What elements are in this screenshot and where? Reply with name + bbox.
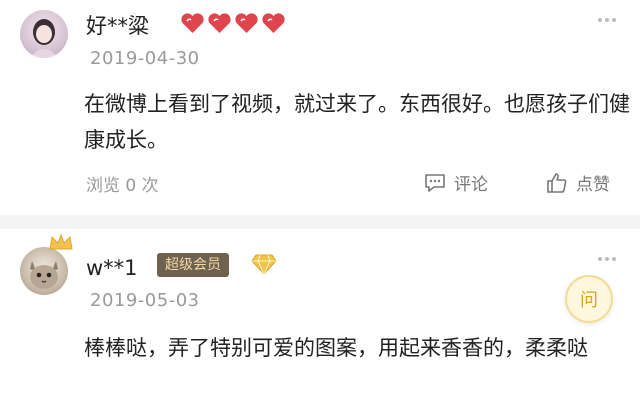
avatar[interactable] xyxy=(20,10,68,58)
crown-icon xyxy=(49,233,73,250)
more-options-icon[interactable] xyxy=(598,257,616,261)
heart-icon xyxy=(181,13,204,34)
comment-date: 2019-04-30 xyxy=(90,48,200,69)
diamond-icon xyxy=(251,254,277,275)
heart-rating xyxy=(180,12,286,34)
comment-text: 棒棒哒，弄了特别可爱的图案，用起来香香的，柔柔哒 xyxy=(84,336,588,360)
avatar-girl-icon xyxy=(30,19,58,58)
view-count: 浏览 0 次 xyxy=(86,176,159,196)
like-label: 点赞 xyxy=(576,175,610,195)
ask-question-label: 问 xyxy=(580,290,598,311)
like-button[interactable]: 点赞 xyxy=(546,170,610,195)
heart-icon xyxy=(208,13,231,34)
heart-icon xyxy=(235,13,258,34)
ask-question-button[interactable]: 问 xyxy=(565,275,613,323)
comment-label: 评论 xyxy=(454,175,488,195)
avatar[interactable] xyxy=(20,247,68,295)
heart-icon xyxy=(262,13,285,34)
avatar-cat-icon xyxy=(30,261,58,289)
thumbs-up-icon xyxy=(547,172,567,193)
section-divider xyxy=(0,215,640,229)
more-options-icon[interactable] xyxy=(598,18,616,22)
vip-badge: 超级会员 xyxy=(157,253,229,277)
comment-date: 2019-05-03 xyxy=(90,290,200,311)
comment-text: 在微博上看到了视频，就过来了。东西很好。也愿孩子们健康成长。 xyxy=(84,92,630,152)
username[interactable]: 好**粱 xyxy=(86,10,149,40)
comment-button[interactable]: 评论 xyxy=(424,170,488,195)
comment-icon xyxy=(425,173,445,192)
username[interactable]: w**1 xyxy=(86,256,138,280)
